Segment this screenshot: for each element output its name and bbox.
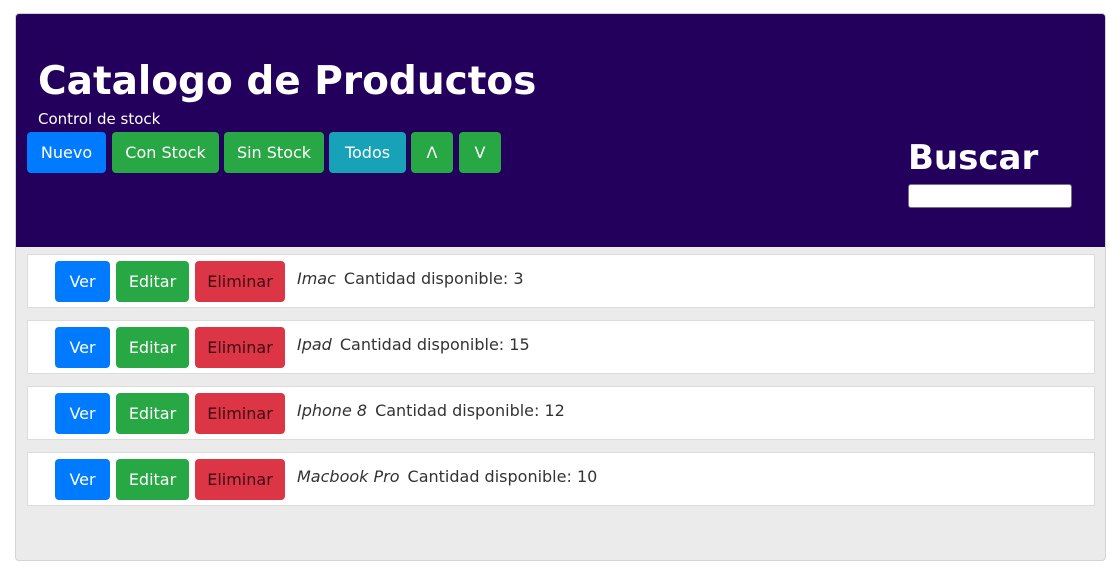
new-button[interactable]: Nuevo — [27, 132, 106, 173]
delete-button[interactable]: Eliminar — [195, 327, 285, 368]
search-label: Buscar — [908, 138, 1039, 178]
product-quantity: Cantidad disponible: 15 — [339, 335, 530, 354]
page-subtitle: Control de stock — [38, 110, 161, 128]
product-info: Iphone 8 Cantidad disponible: 12 — [297, 400, 565, 422]
product-quantity: Cantidad disponible: 3 — [343, 269, 524, 288]
view-button[interactable]: Ver — [55, 393, 110, 434]
product-quantity: Cantidad disponible: 10 — [407, 467, 598, 486]
sort-ascending-button[interactable]: Λ — [411, 132, 453, 173]
product-name: Macbook Pro — [297, 467, 400, 486]
catalog-panel: Catalogo de Productos Control de stock N… — [15, 13, 1106, 561]
header-banner: Catalogo de Productos Control de stock N… — [16, 14, 1105, 247]
search-input[interactable] — [908, 184, 1072, 208]
filter-in-stock-button[interactable]: Con Stock — [112, 132, 219, 173]
view-button[interactable]: Ver — [55, 459, 110, 500]
product-row: Ver Editar Eliminar Macbook Pro Cantidad dis… — [27, 452, 1095, 506]
edit-button[interactable]: Editar — [116, 327, 189, 368]
edit-button[interactable]: Editar — [116, 261, 189, 302]
product-row: Ver Editar Eliminar Iphone 8 Cantidad dispon… — [27, 386, 1095, 440]
page-title: Catalogo de Productos — [38, 59, 537, 104]
edit-button[interactable]: Editar — [116, 393, 189, 434]
product-info: Macbook Pro Cantidad disponible: 10 — [297, 466, 597, 488]
sort-descending-button[interactable]: V — [459, 132, 501, 173]
product-name: Iphone 8 — [297, 401, 368, 420]
product-name: Imac — [297, 269, 336, 288]
filter-all-button[interactable]: Todos — [329, 132, 406, 173]
product-quantity: Cantidad disponible: 12 — [375, 401, 565, 420]
delete-button[interactable]: Eliminar — [195, 393, 285, 434]
product-info: Ipad Cantidad disponible: 15 — [297, 334, 530, 356]
edit-button[interactable]: Editar — [116, 459, 189, 500]
delete-button[interactable]: Eliminar — [195, 459, 285, 500]
product-info: Imac Cantidad disponible: 3 — [297, 268, 524, 290]
product-row: Ver Editar Eliminar Imac Cantidad disponible… — [27, 254, 1095, 308]
view-button[interactable]: Ver — [55, 261, 110, 302]
filter-out-of-stock-button[interactable]: Sin Stock — [224, 132, 324, 173]
delete-button[interactable]: Eliminar — [195, 261, 285, 302]
product-name: Ipad — [297, 335, 332, 354]
product-row: Ver Editar Eliminar Ipad Cantidad disponible… — [27, 320, 1095, 374]
view-button[interactable]: Ver — [55, 327, 110, 368]
